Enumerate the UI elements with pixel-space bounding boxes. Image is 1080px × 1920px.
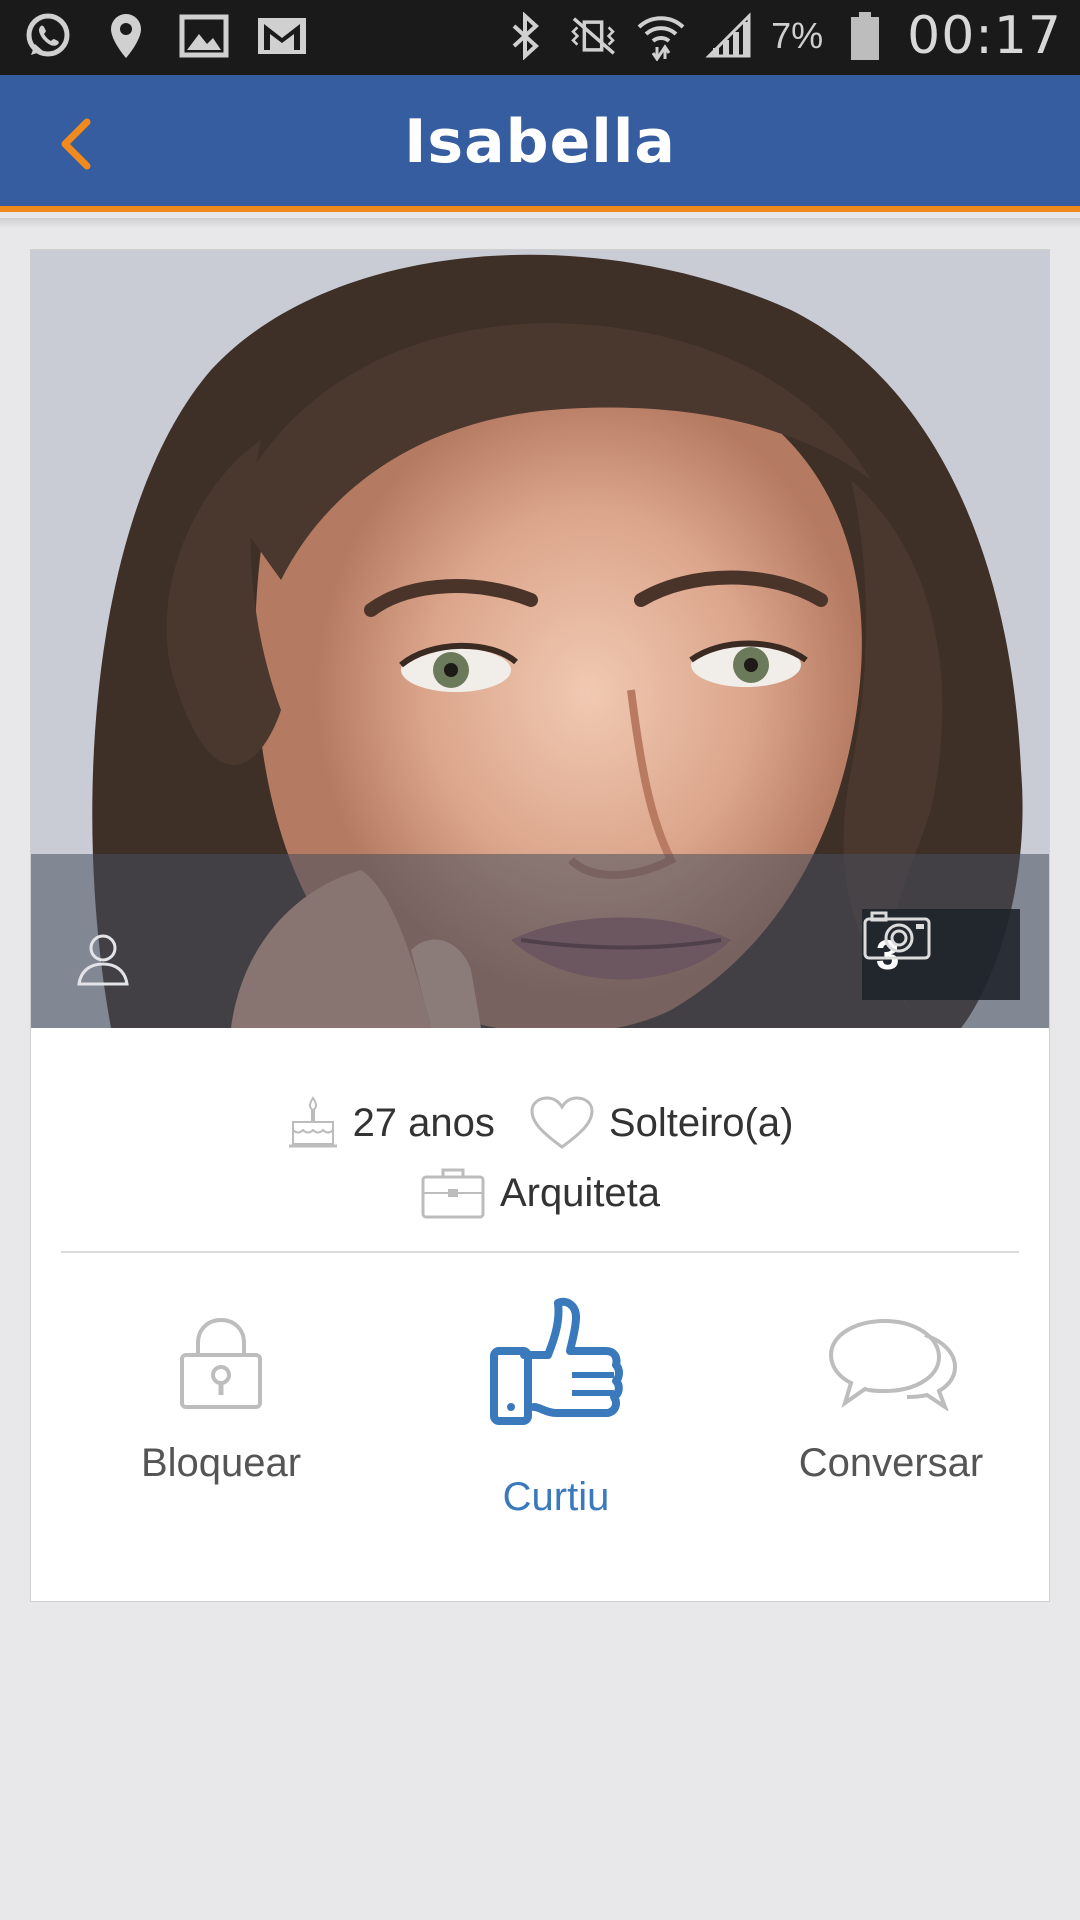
profile-photo[interactable]: 3 [31, 250, 1049, 1028]
app-bar: Isabella [0, 75, 1080, 212]
relationship-info: Solteiro(a) [529, 1095, 794, 1151]
battery-percentage: 7% [771, 15, 824, 56]
chat-button[interactable]: Conversar [751, 1315, 1031, 1486]
appbar-shadow [0, 218, 1080, 228]
age-text: 27 anos [352, 1100, 495, 1145]
divider [61, 1251, 1019, 1253]
gmail-icon [256, 10, 308, 62]
like-button[interactable]: Curtiu [431, 1295, 681, 1520]
profile-card: 3 27 anos Solteiro(a) Arquiteta Bloquear… [30, 249, 1050, 1602]
lock-icon [180, 1317, 262, 1409]
thumbs-up-icon [490, 1297, 623, 1425]
location-pin-icon [100, 10, 152, 62]
image-icon [178, 10, 230, 62]
photo-count-button[interactable]: 3 [862, 909, 1020, 1000]
battery-icon [839, 10, 891, 62]
heart-icon [530, 1096, 594, 1149]
occupation-text: Arquiteta [499, 1170, 661, 1215]
chat-label: Conversar [798, 1441, 984, 1485]
block-button[interactable]: Bloquear [91, 1315, 351, 1486]
info-row-secondary: Arquiteta [31, 1158, 1049, 1228]
status-bar: 7% 00:17 [0, 0, 1080, 75]
whatsapp-icon [22, 10, 74, 62]
relationship-text: Solteiro(a) [608, 1100, 794, 1145]
notification-icons [22, 10, 308, 62]
info-row-primary: 27 anos Solteiro(a) [31, 1088, 1049, 1158]
system-icons: 7% 00:17 [499, 6, 1062, 66]
camera-icon [863, 911, 931, 960]
person-icon [71, 926, 135, 990]
page-title: Isabella [404, 107, 676, 177]
clock: 00:17 [907, 6, 1062, 66]
chat-bubbles-icon [828, 1318, 958, 1411]
birthday-cake-icon [288, 1096, 337, 1148]
signal-icon [703, 10, 755, 62]
like-label: Curtiu [502, 1475, 610, 1519]
occupation-info: Arquiteta [420, 1165, 660, 1221]
block-label: Bloquear [140, 1441, 302, 1485]
age-info: 27 anos [287, 1096, 495, 1150]
wifi-icon [635, 10, 687, 62]
vibrate-icon [567, 10, 619, 62]
briefcase-icon [421, 1168, 485, 1219]
bluetooth-icon [499, 10, 551, 62]
